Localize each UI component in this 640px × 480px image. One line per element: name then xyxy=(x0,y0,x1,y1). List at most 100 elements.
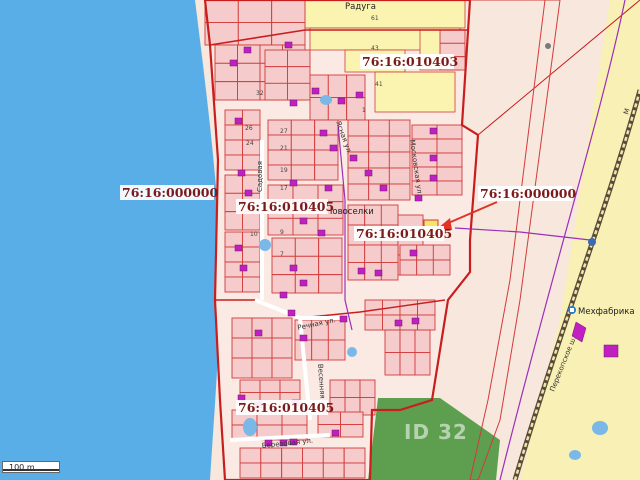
parcel[interactable] xyxy=(271,0,306,23)
parcel[interactable] xyxy=(302,462,324,479)
parcel[interactable] xyxy=(322,462,345,479)
parcel[interactable] xyxy=(414,329,431,353)
parcel[interactable] xyxy=(224,139,243,156)
parcel[interactable] xyxy=(414,352,431,376)
parcel[interactable] xyxy=(322,447,345,464)
parcel[interactable] xyxy=(290,134,316,151)
parcel[interactable] xyxy=(347,244,366,263)
parcel[interactable] xyxy=(287,82,311,101)
parcel[interactable] xyxy=(384,329,401,353)
parcel[interactable] xyxy=(436,124,463,140)
parcel[interactable] xyxy=(364,244,382,263)
parcel[interactable] xyxy=(281,447,303,464)
parcel[interactable] xyxy=(368,151,390,169)
parcel[interactable] xyxy=(237,0,273,23)
parcel[interactable] xyxy=(364,299,383,316)
parcel[interactable] xyxy=(231,357,253,379)
parcel[interactable] xyxy=(368,119,390,137)
parcel[interactable] xyxy=(224,124,243,141)
parcel[interactable] xyxy=(368,135,390,153)
parcel[interactable] xyxy=(224,174,243,194)
parcel[interactable] xyxy=(343,447,366,464)
parcel[interactable] xyxy=(267,149,292,166)
parcel[interactable] xyxy=(224,154,243,171)
parcel[interactable] xyxy=(347,119,370,137)
parcel[interactable] xyxy=(294,237,320,257)
parcel[interactable] xyxy=(260,462,283,479)
cadastral-map[interactable]: Садовая Речная ул. Московская ул. Ясная … xyxy=(0,0,640,480)
parcel[interactable] xyxy=(239,379,261,393)
parcel[interactable] xyxy=(432,244,451,261)
parcel[interactable] xyxy=(302,447,324,464)
cadastral-label-center-left[interactable]: 76:16:010405 xyxy=(236,199,334,214)
parcel[interactable] xyxy=(432,259,451,276)
parcel[interactable] xyxy=(260,447,283,464)
parcel[interactable] xyxy=(347,183,370,201)
parcel[interactable] xyxy=(239,462,262,479)
parcel[interactable] xyxy=(251,357,273,379)
cadastral-label-west[interactable]: 76:16:000000 xyxy=(120,185,219,200)
parcel[interactable] xyxy=(242,276,261,293)
parcel[interactable] xyxy=(436,180,463,196)
parcel[interactable] xyxy=(214,81,238,101)
parcel[interactable] xyxy=(237,22,273,46)
parcel[interactable] xyxy=(314,164,339,181)
parcel[interactable] xyxy=(251,337,273,359)
parcel[interactable] xyxy=(380,244,399,263)
parcel[interactable] xyxy=(271,274,296,294)
parcel[interactable] xyxy=(327,339,346,361)
parcel[interactable] xyxy=(271,357,293,379)
parcel[interactable] xyxy=(264,66,288,84)
parcel[interactable] xyxy=(340,411,364,425)
parcel[interactable] xyxy=(399,352,416,376)
parcel[interactable] xyxy=(388,119,411,137)
parcel[interactable] xyxy=(287,66,311,84)
parcel[interactable] xyxy=(343,462,366,479)
parcel[interactable] xyxy=(327,74,348,98)
parcel[interactable] xyxy=(231,317,253,339)
parcel[interactable] xyxy=(344,379,361,398)
parcel[interactable] xyxy=(279,379,301,393)
parcel[interactable] xyxy=(231,337,253,359)
parcel[interactable] xyxy=(439,29,466,44)
parcel[interactable] xyxy=(290,149,316,166)
cadastral-label-east[interactable]: 76:16:000000 xyxy=(478,186,577,201)
parcel[interactable] xyxy=(436,152,463,168)
parcel[interactable] xyxy=(224,211,243,231)
parcel[interactable] xyxy=(287,49,311,68)
parcel[interactable] xyxy=(388,135,411,153)
parcel[interactable] xyxy=(224,276,243,293)
parcel[interactable] xyxy=(436,166,463,182)
parcel[interactable] xyxy=(290,119,316,136)
parcel[interactable] xyxy=(237,62,261,83)
parcel[interactable] xyxy=(384,352,401,376)
parcel[interactable] xyxy=(388,151,411,169)
parcel[interactable] xyxy=(399,259,418,276)
parcel[interactable] xyxy=(399,329,416,353)
parcel[interactable] xyxy=(314,149,339,166)
parcel[interactable] xyxy=(340,424,364,438)
parcel[interactable] xyxy=(417,314,436,331)
parcel[interactable] xyxy=(264,82,288,101)
parcel[interactable] xyxy=(290,164,316,181)
parcel[interactable] xyxy=(271,317,293,339)
parcel[interactable] xyxy=(271,337,293,359)
map-canvas[interactable]: Садовая Речная ул. Московская ул. Ясная … xyxy=(0,0,640,480)
parcel[interactable] xyxy=(436,138,463,154)
parcel[interactable] xyxy=(242,211,261,231)
parcel[interactable] xyxy=(364,314,383,331)
parcel[interactable] xyxy=(388,167,411,185)
parcel[interactable] xyxy=(242,246,261,263)
parcel[interactable] xyxy=(318,255,343,276)
parcel[interactable] xyxy=(318,274,343,294)
parcel[interactable] xyxy=(318,237,343,257)
parcel[interactable] xyxy=(399,299,418,316)
parcel[interactable] xyxy=(239,447,262,464)
parcel[interactable] xyxy=(281,462,303,479)
parcel[interactable] xyxy=(311,339,329,361)
cadastral-label-center[interactable]: 76:16:010405 xyxy=(354,226,452,241)
cadastral-label-south[interactable]: 76:16:010405 xyxy=(236,400,334,415)
parcel[interactable] xyxy=(204,0,239,23)
parcel[interactable] xyxy=(242,109,261,126)
parcel[interactable] xyxy=(259,379,281,393)
